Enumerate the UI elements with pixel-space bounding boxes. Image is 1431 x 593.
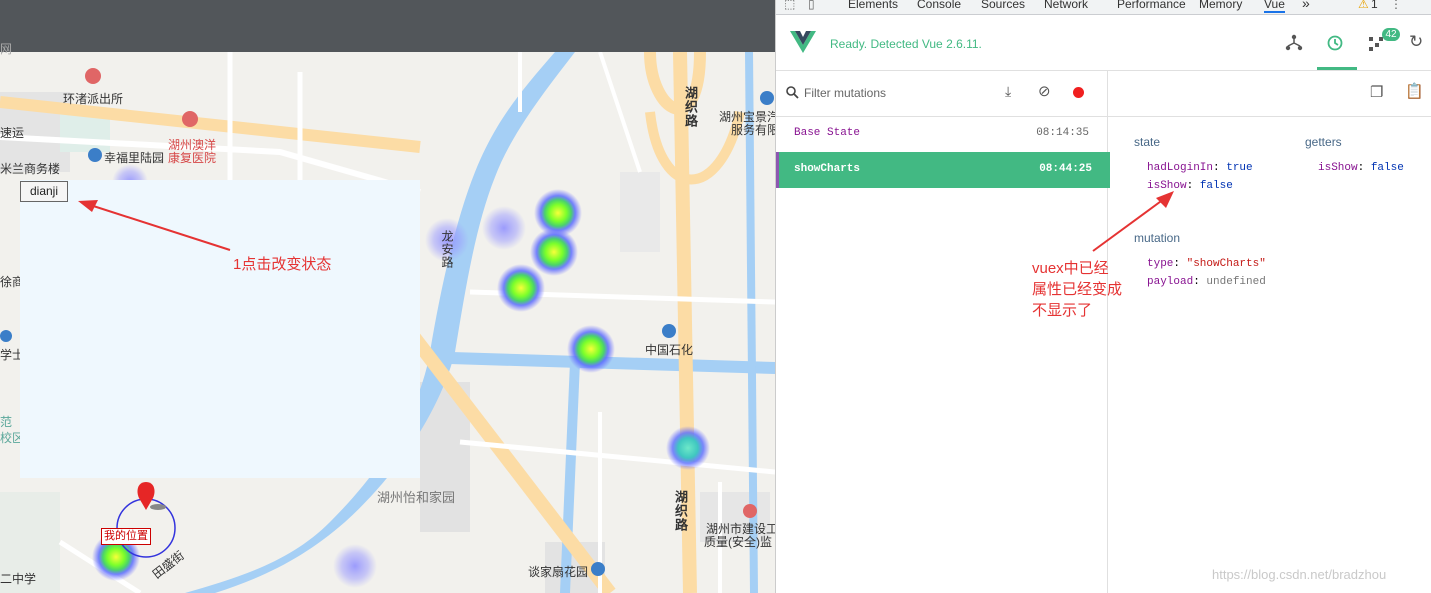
poi-label: 米兰商务楼 [0, 162, 61, 176]
annotation-text: 1点击改变状态 [233, 256, 332, 273]
heatmap-point [666, 426, 710, 470]
settings-icon[interactable]: ⋮ [1390, 0, 1402, 11]
hospital-icon [182, 111, 198, 127]
mutation-value: "showCharts" [1186, 258, 1266, 270]
poi-label: 二中学 [0, 572, 37, 586]
mutation-filter-bar: ⤓ ⊘ [776, 71, 1107, 117]
vue-logo-icon [790, 31, 816, 53]
heatmap-point [333, 544, 377, 588]
tab-sources[interactable]: Sources [981, 0, 1025, 11]
annotation-line: vuex中已经 [1032, 260, 1109, 277]
annotation-line: 不显示了 [1032, 302, 1093, 319]
police-icon [85, 68, 101, 84]
mutation-key: type [1147, 258, 1174, 270]
devtools-tab-bar: ⬚ ▯ Elements Console Sources Network Per… [776, 0, 1431, 15]
poi-label: 谈家扇花园 [528, 565, 589, 579]
heatmap-point [482, 206, 526, 250]
getter-key: isShow [1318, 162, 1358, 174]
poi-label: 幸福里陆园 [104, 151, 165, 165]
tab-network[interactable]: Network [1044, 0, 1088, 11]
poi-icon [591, 562, 605, 576]
components-tab-icon[interactable] [1285, 34, 1303, 52]
getter-entry[interactable]: isShow: false [1318, 162, 1404, 174]
getters-section-title: getters [1305, 135, 1342, 149]
poi-label: 速运 [0, 126, 25, 140]
state-value: false [1199, 180, 1233, 192]
mutation-value: undefined [1206, 276, 1266, 288]
gas-station-icon [662, 324, 676, 338]
tab-memory[interactable]: Memory [1199, 0, 1242, 11]
search-icon [786, 86, 799, 99]
watermark: https://blog.csdn.net/bradzhou [1212, 567, 1387, 582]
annotation-arrow [78, 200, 231, 251]
mutation-entry[interactable]: payload: undefined [1147, 276, 1266, 288]
poi-label: 环渚派出所 [63, 92, 124, 106]
events-tab-icon[interactable] [1368, 36, 1384, 52]
state-key: hadLoginIn [1147, 162, 1214, 174]
recording-icon[interactable] [1073, 87, 1084, 98]
pane-divider[interactable] [1107, 71, 1108, 593]
page-header-bar [0, 0, 775, 52]
road-label: 龙安路 [440, 230, 454, 269]
tab-console[interactable]: Console [917, 0, 961, 11]
poi-label: 湖州怡和家园 [377, 490, 456, 505]
poi-label: 网 [0, 42, 13, 56]
events-count-badge: 42 [1382, 28, 1400, 41]
poi-label: 质量(安全)监 [704, 535, 772, 549]
warning-count: 1 [1371, 0, 1378, 11]
copy-icon[interactable]: ❐ [1370, 83, 1383, 101]
poi-icon [88, 148, 102, 162]
road-label: 湖织路 [673, 490, 688, 532]
heatmap-point [530, 228, 578, 276]
poi-icon [0, 330, 12, 342]
poi-icon [743, 504, 757, 518]
devtools-panel: ⬚ ▯ Elements Console Sources Network Per… [775, 0, 1431, 593]
annotation-arrow [1092, 191, 1174, 252]
getter-value: false [1370, 162, 1404, 174]
annotation-line: 属性已经变成 [1032, 281, 1123, 298]
vue-ready-status: Ready. Detected Vue 2.6.11. [830, 37, 982, 51]
poi-label: 服务有限 [731, 123, 775, 137]
tab-elements[interactable]: Elements [848, 0, 898, 11]
filter-mutations-input[interactable] [804, 84, 984, 102]
state-value: true [1226, 162, 1253, 174]
mutation-row[interactable]: Base State 08:14:35 [776, 116, 1107, 152]
commit-all-icon[interactable]: ⤓ [1005, 83, 1011, 100]
mutation-name: showCharts [794, 163, 861, 175]
refresh-icon[interactable]: ↻ [1409, 32, 1423, 52]
my-location-label: 我的位置 [101, 528, 151, 545]
warning-icon[interactable]: ⚠ [1358, 0, 1369, 11]
state-entry[interactable]: hadLoginIn: true [1147, 162, 1253, 174]
inspect-icon[interactable]: ⬚ [784, 0, 795, 11]
heatmap-point [497, 264, 545, 312]
mutation-time: 08:14:35 [1036, 127, 1089, 139]
active-tab-indicator [1317, 67, 1357, 70]
mutation-key: payload [1147, 276, 1194, 288]
paste-icon[interactable]: 📋 [1405, 82, 1424, 100]
state-section-title: state [1134, 135, 1161, 149]
poi-label: 范 [0, 415, 13, 429]
mutation-time: 08:44:25 [1039, 163, 1092, 175]
poi-icon [760, 91, 774, 105]
mutation-entry[interactable]: type: "showCharts" [1147, 258, 1266, 270]
mutation-row-selected[interactable]: showCharts 08:44:25 [776, 152, 1110, 188]
vue-devtools-header: Ready. Detected Vue 2.6.11. 42 ↻ [776, 15, 1431, 71]
dianji-button[interactable]: dianji [20, 181, 68, 202]
road-label: 湖织路 [683, 86, 698, 128]
more-tabs-icon[interactable]: » [1302, 0, 1310, 11]
poi-label: 康复医院 [168, 151, 217, 165]
tab-vue[interactable]: Vue [1264, 0, 1285, 13]
vuex-history-tab-icon[interactable] [1326, 34, 1344, 52]
heatmap-point [567, 325, 615, 373]
annotation-text: vuex中已经 属性已经变成 不显示了 [1032, 258, 1122, 321]
revert-all-icon[interactable]: ⊘ [1038, 82, 1051, 100]
state-toolbar: ❐ 📋 [1108, 71, 1431, 117]
poi-label: 中国石化 [645, 343, 694, 357]
map-view[interactable]: 环渚派出所 速运 米兰商务楼 幸福里陆园 湖州澳洋 康复医院 龙安路 湖织路 湖… [0, 0, 775, 593]
tab-performance[interactable]: Performance [1117, 0, 1186, 11]
mutation-name: Base State [794, 127, 861, 139]
device-toggle-icon[interactable]: ▯ [808, 0, 815, 11]
